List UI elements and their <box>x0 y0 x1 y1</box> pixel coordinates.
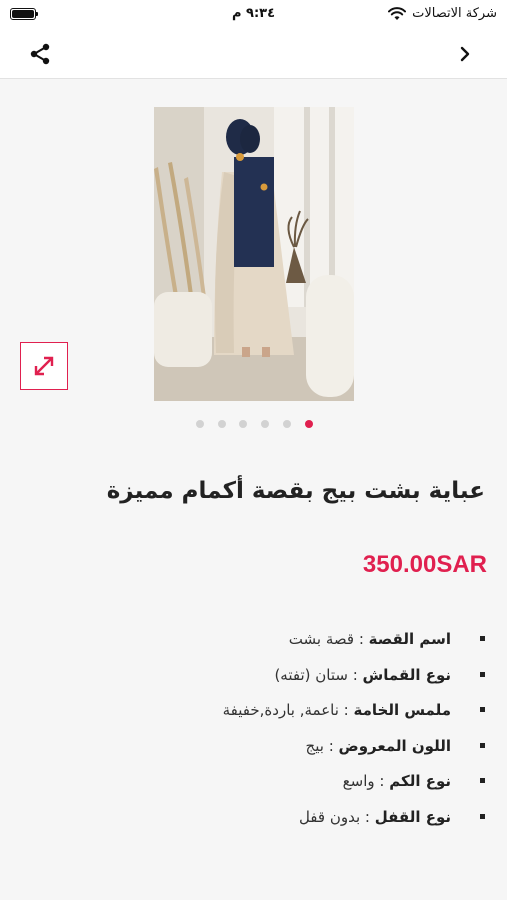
detail-separator: : <box>354 630 369 648</box>
carousel-dot[interactable] <box>239 420 247 428</box>
detail-item: نوع القماش : ستان (تفته) <box>223 663 485 699</box>
detail-item: ملمس الخامة : ناعمة, باردة,خفيفة <box>222 698 485 734</box>
product-title: عباية بشت بيج بقصة أكمام مميزة <box>106 478 485 504</box>
detail-separator: : <box>374 772 390 791</box>
detail-value: ستان (تفته) <box>274 665 348 684</box>
chevron-right-icon <box>460 46 470 62</box>
status-time: ٩:٣٤ م <box>231 6 276 21</box>
carousel-dot[interactable] <box>218 420 226 428</box>
detail-item: نوع القفل : بدون قفل <box>223 805 485 841</box>
wifi-icon <box>388 6 407 20</box>
detail-item: اللون المعروض : بيج <box>223 734 485 770</box>
detail-separator: : <box>323 736 339 755</box>
share-icon <box>30 43 50 65</box>
carrier-group: شركة الاتصالات <box>388 6 497 21</box>
detail-label: اسم القصة <box>368 630 451 648</box>
detail-item: اسم القصة : قصة بشت <box>223 627 485 663</box>
forward-button[interactable] <box>453 42 477 66</box>
bullet-icon <box>480 671 485 677</box>
carousel-dot[interactable] <box>261 420 269 428</box>
detail-separator: : <box>338 701 354 720</box>
detail-item: نوع الكم : واسع <box>223 769 485 805</box>
product-details-list: اسم القصة : قصة بشت نوع القماش : ستان (ت… <box>222 627 485 841</box>
carousel-dot[interactable] <box>283 420 291 428</box>
detail-label: نوع القفل <box>374 807 451 826</box>
detail-value: بدون قفل <box>298 807 361 826</box>
detail-value: واسع <box>342 772 375 791</box>
expand-image-button[interactable] <box>20 342 68 390</box>
detail-label: نوع الكم <box>389 772 451 791</box>
bullet-icon <box>480 742 485 748</box>
battery-icon <box>10 8 38 20</box>
bullet-icon <box>480 707 485 713</box>
carousel-dot-active[interactable] <box>305 420 313 428</box>
share-button[interactable] <box>26 40 54 68</box>
detail-value: ناعمة, باردة,خفيفة <box>222 701 339 720</box>
product-photo <box>154 107 354 401</box>
detail-separator: : <box>360 807 375 826</box>
product-image[interactable] <box>154 107 354 401</box>
bullet-icon <box>480 813 485 819</box>
detail-value: بيج <box>305 736 324 755</box>
detail-label: نوع القماش <box>362 665 451 684</box>
carrier-name: شركة الاتصالات <box>412 6 497 21</box>
status-bar: شركة الاتصالات ٩:٣٤ م <box>0 0 507 30</box>
carousel-dot[interactable] <box>196 420 204 428</box>
detail-label: اللون المعروض <box>338 736 451 755</box>
detail-label: ملمس الخامة <box>353 701 452 720</box>
product-price: 350.00SAR <box>362 551 487 578</box>
bullet-icon <box>480 778 485 784</box>
detail-value: قصة بشت <box>288 630 355 648</box>
expand-arrows-icon <box>34 356 54 376</box>
bullet-icon <box>480 636 485 641</box>
detail-separator: : <box>347 665 363 684</box>
carousel-indicator <box>0 420 507 430</box>
top-navigation-bar <box>0 30 507 79</box>
